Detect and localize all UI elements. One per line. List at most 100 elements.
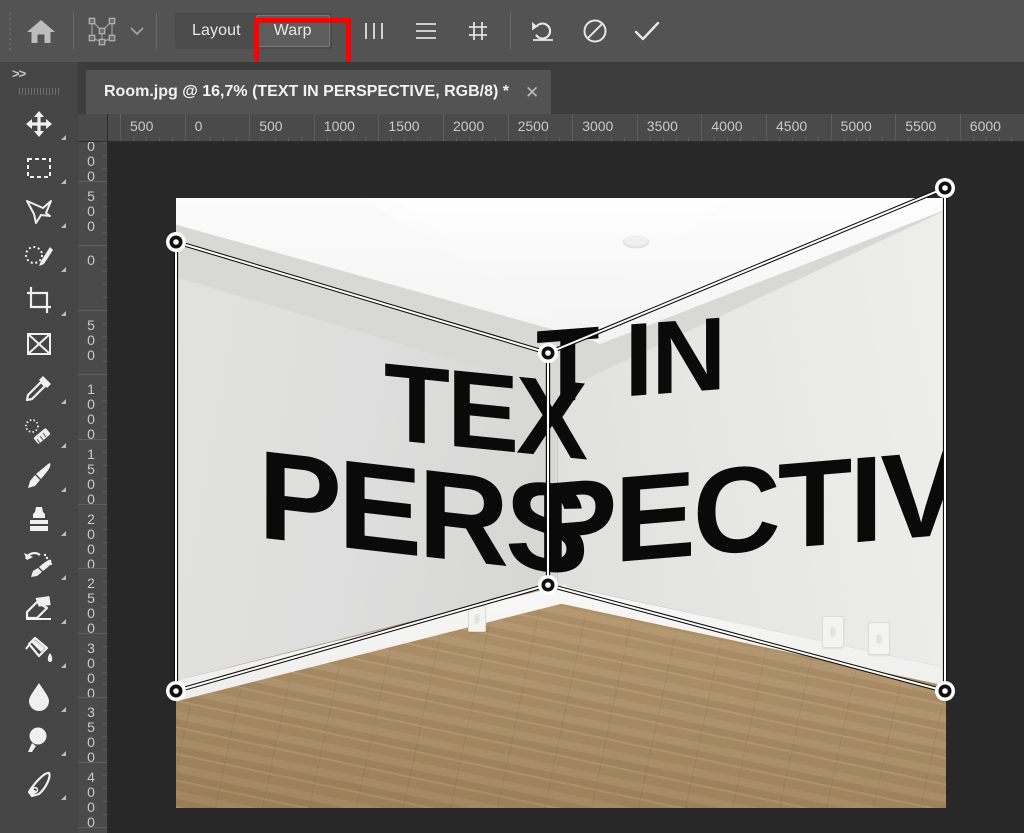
- grip-line: [28, 88, 29, 95]
- ruler-minor-tick: [650, 137, 651, 141]
- tool-eraser[interactable]: [0, 586, 78, 630]
- horizontal-ruler[interactable]: 5000500100015002000250030003500400045005…: [108, 114, 1024, 142]
- ruler-major-tick: [78, 310, 107, 311]
- ruler-minor-tick: [676, 137, 677, 141]
- close-icon[interactable]: ✕: [525, 84, 539, 101]
- ruler-minor-tick: [103, 620, 107, 621]
- ruler-minor-tick: [430, 137, 431, 141]
- ruler-minor-tick: [908, 137, 909, 141]
- vertical-ruler[interactable]: 1000500050010001500200025003000350040004…: [78, 142, 108, 833]
- ruler-label: 2500: [84, 576, 98, 636]
- photoshop-window: Layout Warp: [0, 0, 1024, 833]
- tool-clone-stamp[interactable]: [0, 498, 78, 542]
- ruler-minor-tick: [482, 137, 483, 141]
- ruler-label: 3000: [84, 641, 98, 701]
- reset-warp-button[interactable]: [517, 5, 569, 57]
- ruler-minor-tick: [103, 801, 107, 802]
- ruler-minor-tick: [456, 137, 457, 141]
- grip-line: [43, 88, 44, 95]
- ruler-major-tick: [637, 114, 638, 141]
- wall-outlet-right-2: [868, 622, 890, 655]
- warp-mode-button[interactable]: Warp: [256, 15, 330, 47]
- tool-flyout-marker: [61, 663, 66, 668]
- ruler-minor-tick: [288, 137, 289, 141]
- outlet-slot: [877, 634, 882, 643]
- ruler-minor-tick: [133, 137, 134, 141]
- tool-eyedropper[interactable]: [0, 366, 78, 410]
- ruler-minor-tick: [275, 137, 276, 141]
- options-bar-drag-handle[interactable]: [5, 8, 15, 54]
- ruler-minor-tick: [103, 452, 107, 453]
- tool-history-brush[interactable]: [0, 542, 78, 586]
- ruler-origin-corner[interactable]: [78, 114, 108, 142]
- tools-panel-expand-button[interactable]: >>: [0, 62, 78, 84]
- tool-flyout-marker: [61, 619, 66, 624]
- reset-warp-icon: [528, 17, 558, 45]
- tool-brush[interactable]: [0, 454, 78, 498]
- handle-top-right[interactable]: [935, 178, 955, 198]
- ruler-minor-tick: [103, 323, 107, 324]
- ruler-minor-tick: [844, 137, 845, 141]
- ruler-minor-tick: [103, 607, 107, 608]
- ruler-minor-tick: [585, 137, 586, 141]
- ruler-major-tick: [831, 114, 832, 141]
- ruler-minor-tick: [779, 137, 780, 141]
- tool-frame[interactable]: [0, 322, 78, 366]
- ruler-minor-tick: [856, 137, 857, 141]
- tool-gradient[interactable]: [0, 630, 78, 674]
- ruler-minor-tick: [805, 137, 806, 141]
- outlet-slot: [475, 615, 480, 624]
- gradient-tool-icon: [23, 637, 55, 667]
- ruler-minor-tick: [103, 155, 107, 156]
- ruler-minor-tick: [301, 137, 302, 141]
- tool-crop[interactable]: [0, 278, 78, 322]
- tool-object-selection[interactable]: [0, 234, 78, 278]
- grip-dot: [9, 18, 11, 20]
- ruler-minor-tick: [103, 400, 107, 401]
- tool-blur[interactable]: [0, 674, 78, 718]
- grip-line: [22, 88, 23, 95]
- tools-panel-drag-handle[interactable]: [0, 84, 78, 98]
- commit-icon: [632, 17, 662, 45]
- cancel-warp-button[interactable]: [569, 5, 621, 57]
- ruler-minor-tick: [103, 659, 107, 660]
- canvas-area[interactable]: TEX T IN PERS PECTIVE: [108, 142, 1024, 833]
- perspective-warp-tool-button[interactable]: [80, 5, 124, 57]
- eraser-tool-icon: [23, 594, 55, 622]
- dodge-tool-icon: [24, 725, 54, 755]
- ruler-minor-tick: [921, 137, 922, 141]
- eyedropper-tool-icon: [24, 373, 54, 403]
- ruler-minor-tick: [663, 137, 664, 141]
- ruler-minor-tick: [223, 137, 224, 141]
- ruler-minor-tick: [103, 775, 107, 776]
- split-horizontal-button[interactable]: [400, 5, 452, 57]
- tool-lasso[interactable]: [0, 190, 78, 234]
- tool-dodge[interactable]: [0, 718, 78, 762]
- tool-spot-healing-brush[interactable]: [0, 410, 78, 454]
- ruler-minor-tick: [103, 465, 107, 466]
- tool-move[interactable]: [0, 102, 78, 146]
- ruler-major-tick: [185, 114, 186, 141]
- options-bar: Layout Warp: [0, 0, 1024, 62]
- split-vertical-button[interactable]: [348, 5, 400, 57]
- split-grid-icon: [465, 18, 491, 44]
- ruler-minor-tick: [103, 426, 107, 427]
- layout-mode-button[interactable]: Layout: [177, 15, 256, 47]
- commit-warp-button[interactable]: [621, 5, 673, 57]
- ruler-label: 2500: [518, 118, 549, 134]
- home-button[interactable]: [15, 0, 67, 62]
- document-tab[interactable]: Room.jpg @ 16,7% (TEXT IN PERSPECTIVE, R…: [86, 70, 551, 114]
- tool-rectangular-marquee[interactable]: [0, 146, 78, 190]
- ruler-minor-tick: [103, 271, 107, 272]
- tool-pen[interactable]: [0, 762, 78, 806]
- grip-dot: [9, 38, 11, 40]
- toolbar-divider: [156, 13, 157, 49]
- ruler-major-tick: [443, 114, 444, 141]
- chevron-down-icon: [129, 26, 145, 36]
- ruler-label: 4000: [84, 770, 98, 830]
- tool-preset-dropdown[interactable]: [124, 5, 150, 57]
- split-cross-button[interactable]: [452, 5, 504, 57]
- grip-line: [37, 88, 38, 95]
- ruler-minor-tick: [103, 581, 107, 582]
- ruler-minor-tick: [210, 137, 211, 141]
